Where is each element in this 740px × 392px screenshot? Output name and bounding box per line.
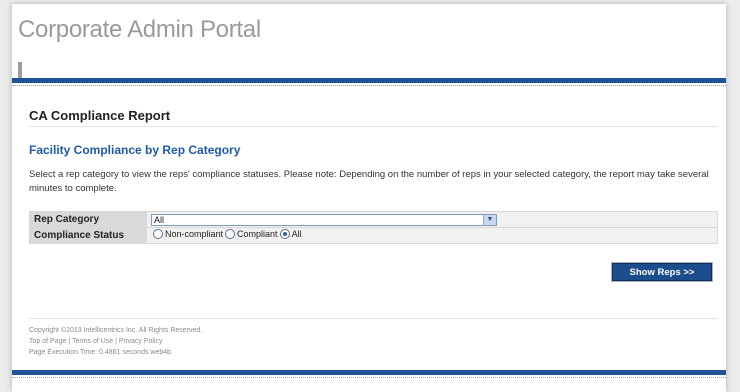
copyright-text: Copyright ©2013 Intellicentrics Inc. All… xyxy=(29,327,203,334)
radio-non-compliant[interactable] xyxy=(153,229,163,239)
compliance-status-cell: Non-compliant Compliant All xyxy=(146,227,718,244)
report-filter-form: Rep Category All ▼ Compliance Status Non… xyxy=(29,211,718,244)
compliance-status-label: Compliance Status xyxy=(29,227,147,244)
portal-title: Corporate Admin Portal xyxy=(18,16,261,43)
section-title: Facility Compliance by Rep Category xyxy=(29,143,241,157)
compliance-status-radio-group: Non-compliant Compliant All xyxy=(151,229,302,239)
show-reps-button[interactable]: Show Reps >> xyxy=(611,262,713,282)
title-divider xyxy=(29,126,718,127)
rep-category-label: Rep Category xyxy=(29,211,147,228)
radio-label-all[interactable]: All xyxy=(292,229,302,239)
footer: Copyright ©2013 Intellicentrics Inc. All… xyxy=(29,325,202,358)
rep-category-selected-value: All xyxy=(154,214,165,225)
chevron-down-icon[interactable]: ▼ xyxy=(483,214,496,225)
radio-label-compliant[interactable]: Compliant xyxy=(237,229,278,239)
header-divider xyxy=(12,78,726,83)
radio-label-non-compliant[interactable]: Non-compliant xyxy=(165,229,223,239)
radio-all[interactable] xyxy=(279,229,290,239)
rep-category-row: Rep Category All ▼ xyxy=(29,211,718,228)
top-of-page-link[interactable]: Top of Page xyxy=(29,338,66,345)
terms-of-use-link[interactable]: Terms of Use xyxy=(72,338,113,345)
execution-time-text: Page Execution Time: 0.4861 seconds web4… xyxy=(29,349,172,356)
footer-links: Top of Page | Terms of Use | Privacy Pol… xyxy=(29,336,202,347)
compliance-status-row: Compliance Status Non-compliant Complian… xyxy=(29,227,718,244)
rep-category-select[interactable]: All ▼ xyxy=(151,213,497,226)
footer-bottom-divider xyxy=(12,370,726,375)
header-divider-dotted xyxy=(12,85,726,87)
rep-category-cell: All ▼ xyxy=(146,211,718,228)
report-description: Select a rep category to view the reps' … xyxy=(29,169,709,194)
page-container: Corporate Admin Portal CA Compliance Rep… xyxy=(12,4,726,392)
footer-divider xyxy=(29,318,718,319)
privacy-policy-link[interactable]: Privacy Policy xyxy=(119,338,163,345)
footer-bottom-divider-dotted xyxy=(12,377,726,379)
radio-compliant[interactable] xyxy=(225,229,236,239)
report-title: CA Compliance Report xyxy=(29,108,171,123)
header-marker xyxy=(18,62,22,78)
